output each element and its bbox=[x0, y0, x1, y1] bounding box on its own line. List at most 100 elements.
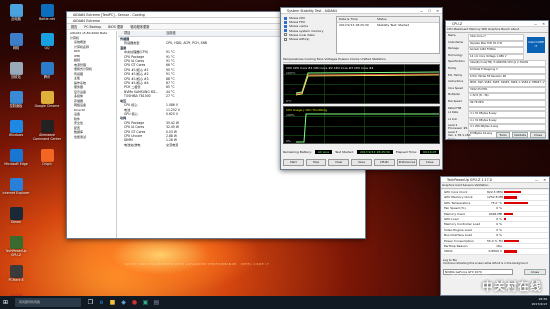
desktop-icon[interactable]: Battle.net bbox=[32, 4, 62, 31]
cpuz-titlebar[interactable]: CPU-Z — ✕ bbox=[446, 21, 548, 27]
app-icon bbox=[9, 120, 23, 133]
cpuz-field: L1 Inst. 4 x 32 KBytes 8-way bbox=[448, 117, 548, 125]
desktop-icon[interactable]: Alienware Command Center bbox=[32, 120, 62, 147]
desktop-icon[interactable]: Microsoft Edge bbox=[1, 149, 31, 176]
cpuz-window[interactable]: CPU-Z — ✕ CPU Mainboard Memory SPD Graphi… bbox=[445, 20, 549, 140]
cpuz-validate-button[interactable]: Validate bbox=[512, 132, 528, 138]
stability-preferences-button[interactable]: Preferences bbox=[396, 159, 418, 166]
desktop-icon[interactable]: Origin bbox=[32, 149, 62, 176]
cpuz-field: Multiplier x 32.0 (8 - 36) bbox=[448, 93, 548, 100]
search-box[interactable]: 有问题尽管问我 bbox=[15, 298, 81, 307]
task-view-icon[interactable]: ❐ bbox=[85, 296, 96, 309]
aida64-tree[interactable]: AIDA64 v5.80.4000 Beta 计算机 系统概述 计算机名称 DMI IPM… bbox=[67, 31, 117, 238]
toolbar-pc-backup-button[interactable]: PC Backup bbox=[84, 25, 101, 29]
app-icon bbox=[40, 91, 54, 104]
desktop-icon-label: Microsoft Edge bbox=[4, 162, 28, 166]
app-icon bbox=[40, 120, 54, 133]
stability-start-button[interactable]: Start bbox=[283, 159, 304, 166]
gpuz-tabs[interactable]: Graphics Card Sensors Validation bbox=[441, 183, 549, 189]
cpuz-field-value: Socket 1440 FCBGA bbox=[468, 47, 524, 54]
stability-save-button[interactable]: Save bbox=[351, 159, 372, 166]
desktop-icon[interactable]: 回收站 bbox=[1, 62, 31, 89]
desktop-icon[interactable]: Steam bbox=[1, 207, 31, 234]
gpuz-sensor-name: GPU Memory Clock bbox=[444, 195, 473, 200]
temperature-graph: CPU CPU Core #1 CPU Core #2 CPU Core #3 … bbox=[283, 64, 440, 104]
cpu-usage-graph: CPU Usage | CPU Throttling 100% 0% bbox=[283, 106, 440, 144]
desktop-icon[interactable]: 此电脑 bbox=[1, 4, 31, 31]
gpuz-sensor-value: 4096 MB bbox=[488, 211, 502, 216]
cpuz-selection[interactable]: Processor #1 bbox=[448, 126, 468, 131]
gpuz-sensor-level bbox=[504, 217, 507, 221]
app-icon bbox=[40, 4, 54, 17]
stability-stop-button[interactable]: Stop bbox=[305, 159, 327, 166]
gpuz-title: TechPowerUp GPU-Z 1.17.0 bbox=[447, 178, 492, 182]
gpuz-sensor-level bbox=[504, 239, 520, 242]
status-table: Date & Time Status 2017/2/13 18:25:30 St… bbox=[336, 16, 440, 54]
window-controls[interactable]: — ☐ ✕ bbox=[420, 8, 441, 13]
desktop-icon-label: Origin bbox=[42, 162, 52, 166]
edge-icon[interactable]: e bbox=[96, 296, 107, 309]
cpuz-taskbar-icon[interactable]: ▤ bbox=[151, 296, 162, 309]
cpuz-field-label: Code Name bbox=[448, 40, 464, 44]
desktop-icon[interactable]: PCMark 8 bbox=[1, 265, 31, 292]
checkbox[interactable] bbox=[284, 33, 287, 37]
col-value-header[interactable]: 当前值 bbox=[166, 31, 176, 36]
desktop-icon[interactable]: Internet Explorer bbox=[1, 178, 31, 205]
cpuz-field-value: 4 x 32 KBytes 8-way bbox=[468, 117, 546, 125]
checkbox[interactable] bbox=[284, 29, 287, 33]
checkbox[interactable] bbox=[284, 37, 287, 41]
desktop-icon[interactable]: 腾讯 bbox=[32, 62, 62, 89]
desktop-icon[interactable]: 控制面板 bbox=[1, 91, 31, 118]
usage-lines bbox=[296, 113, 439, 143]
desktop-icon[interactable]: Google Chrome bbox=[32, 91, 62, 118]
gpuz-titlebar[interactable]: TechPowerUp GPU-Z 1.17.0 — ✕ bbox=[441, 177, 549, 183]
window-controls[interactable]: — ✕ bbox=[534, 21, 547, 26]
file-explorer-icon[interactable]: ■ bbox=[107, 296, 118, 309]
toolbar-report-button[interactable]: 报告 bbox=[71, 25, 77, 29]
col-item-header[interactable]: 项目 bbox=[118, 31, 166, 36]
stability-titlebar[interactable]: System Stability Test - AIDA64 — ☐ ✕ bbox=[281, 8, 442, 14]
gpuz-sensor-name: Fan Speed (%) bbox=[444, 206, 466, 211]
desktop-icon-label: QQ bbox=[44, 46, 50, 50]
gpuz-close-button[interactable]: Close bbox=[524, 269, 546, 275]
toolbar-driver-update-button[interactable]: 驱动程序更新 bbox=[130, 25, 149, 29]
stability-close-button[interactable]: Close bbox=[419, 159, 441, 166]
gpuz-sensor-name: PerfCap Reason bbox=[444, 243, 468, 248]
cpuz-field: Ext. Family 6 Ext. Model 5E Revision R0 bbox=[448, 73, 548, 81]
wallpaper-text: SPORT WAR ENGINEERED WITH ADVANCED PERFO… bbox=[125, 262, 270, 266]
desktop-icon-label: Alienware Command Center bbox=[32, 133, 62, 141]
stability-cpuid-button[interactable]: CPUID bbox=[373, 159, 395, 166]
stability-test-window[interactable]: System Stability Test - AIDA64 — ☐ ✕ Stre… bbox=[280, 7, 443, 170]
checkbox[interactable] bbox=[284, 16, 287, 20]
store-icon[interactable]: ◆ bbox=[118, 296, 129, 309]
checkbox[interactable] bbox=[284, 20, 287, 24]
stability-clear-button[interactable]: Clear bbox=[328, 159, 350, 166]
gpuz-sensor-name: GPU Temperature bbox=[444, 200, 471, 205]
cpuz-close-button[interactable]: Close bbox=[530, 132, 546, 138]
tree-item[interactable]: 性能测试 bbox=[67, 135, 116, 140]
checkbox[interactable] bbox=[284, 25, 287, 28]
app-icon bbox=[9, 33, 23, 46]
desktop-icon[interactable]: TechPowerUp GPU-Z bbox=[1, 236, 31, 263]
app-icon bbox=[9, 62, 23, 75]
stability-tabs[interactable]: Temperatures Cooling Fans Voltages Power… bbox=[283, 57, 440, 63]
start-button[interactable]: ⊞ bbox=[0, 296, 11, 309]
stress-option[interactable]: Stress GPU(s) bbox=[284, 37, 332, 41]
gpuz-taskbar-icon[interactable]: ▣ bbox=[140, 296, 151, 309]
aida64-taskbar-icon[interactable]: ● bbox=[129, 296, 140, 309]
desktop-icon-label: 控制面板 bbox=[9, 104, 23, 108]
toolbar-bios-update-button[interactable]: BIOS 更新 bbox=[108, 25, 123, 29]
desktop-icons: 此电脑网络回收站控制面板 Windows Microsoft Edge Interne… bbox=[1, 2, 31, 309]
system-tray[interactable]: 18:39 2017/2/13 bbox=[532, 297, 547, 307]
cpuz-tools-button[interactable]: Tools bbox=[496, 132, 510, 138]
window-controls[interactable]: — ✕ bbox=[535, 177, 548, 182]
cpuz-field-label: Bus Speed bbox=[448, 99, 462, 103]
gpuz-sensor-graph bbox=[504, 239, 547, 242]
cpuz-tabs[interactable]: CPU Mainboard Memory SPD Graphics Bench … bbox=[446, 27, 548, 33]
desktop-icon-label: 网络 bbox=[12, 46, 20, 50]
desktop-icon[interactable]: 网络 bbox=[1, 33, 31, 60]
gpuz-sensor-value: 0 % bbox=[496, 227, 502, 232]
desktop-icon[interactable]: Windows bbox=[1, 120, 31, 147]
gpuz-background-option[interactable]: Continue refreshing this screen while GP… bbox=[443, 262, 547, 266]
desktop-icon[interactable]: QQ bbox=[32, 33, 62, 60]
